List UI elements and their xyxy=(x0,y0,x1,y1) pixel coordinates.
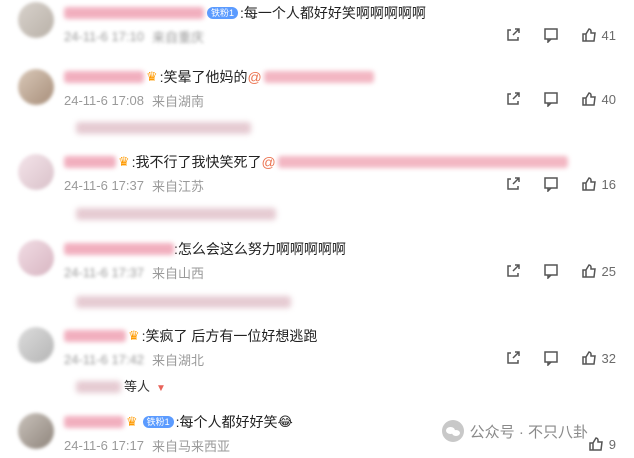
comment-button[interactable] xyxy=(543,263,559,279)
like-count: 9 xyxy=(608,436,616,452)
fan-badge: 铁粉1 xyxy=(207,7,239,19)
avatar[interactable] xyxy=(18,154,54,190)
share-icon xyxy=(506,28,520,41)
comment-text: :笑疯了 后方有一位好想逃跑 xyxy=(141,328,318,344)
comment-time: 24-11-6 17:17 xyxy=(64,438,144,453)
comment-text: :每一个人都好好笑啊啊啊啊啊 xyxy=(240,5,426,21)
avatar[interactable] xyxy=(18,413,54,449)
comment-location: 来自湖北 xyxy=(152,353,205,368)
comment-text: :每个人都好好笑 xyxy=(175,414,278,430)
comment-time: 24-11-6 17:42 xyxy=(64,352,144,367)
username-blurred[interactable] xyxy=(64,7,204,19)
comment-time: 24-11-6 17:10 xyxy=(64,29,144,44)
comment-icon xyxy=(543,177,558,192)
comment-time: 24-11-6 17:37 xyxy=(64,265,144,280)
comment-time: 24-11-6 17:37 xyxy=(64,178,144,193)
avatar[interactable] xyxy=(18,2,54,38)
comment-location: 来自山西 xyxy=(152,266,205,281)
crown-icon: ♛ xyxy=(118,154,130,169)
like-count: 32 xyxy=(601,350,616,366)
reply-preview-blurred[interactable] xyxy=(76,296,291,308)
username-blurred[interactable] xyxy=(64,243,174,255)
mention-symbol: @ xyxy=(261,154,276,170)
like-button[interactable]: 9 xyxy=(588,436,616,452)
comment-icon xyxy=(543,28,558,43)
like-button[interactable]: 16 xyxy=(581,176,616,192)
chevron-down-icon: ▼ xyxy=(156,383,166,394)
wechat-icon xyxy=(441,420,464,442)
thumbs-up-icon xyxy=(581,177,596,191)
crown-icon: ♛ xyxy=(128,328,140,343)
comment-icon xyxy=(543,264,558,279)
crown-icon: ♛ xyxy=(126,414,138,429)
reply-preview-blurred[interactable] xyxy=(76,208,276,220)
comment-icon xyxy=(543,351,558,366)
comment-text: :怎么会这么努力啊啊啊啊啊 xyxy=(174,241,346,257)
share-button[interactable] xyxy=(505,91,521,107)
like-count: 25 xyxy=(601,263,616,279)
reply-suffix: 等人 xyxy=(124,379,151,394)
like-count: 16 xyxy=(601,176,616,192)
comment-button[interactable] xyxy=(543,350,559,366)
like-button[interactable]: 41 xyxy=(581,27,616,43)
mention-blurred[interactable] xyxy=(263,71,374,83)
thumbs-up-icon xyxy=(581,92,596,106)
mention-symbol: @ xyxy=(247,69,262,85)
avatar[interactable] xyxy=(18,69,54,105)
mention-blurred[interactable] xyxy=(277,156,568,168)
comment-location: 来自重庆 xyxy=(152,30,205,45)
like-button[interactable]: 40 xyxy=(581,91,616,107)
like-count: 40 xyxy=(601,91,616,107)
emoji: 😂 xyxy=(277,414,293,429)
watermark: 公众号 · 不只八卦 xyxy=(441,420,588,442)
share-button[interactable] xyxy=(505,263,521,279)
avatar[interactable] xyxy=(18,327,54,363)
thumbs-up-icon xyxy=(589,437,603,451)
comment-time: 24-11-6 17:08 xyxy=(64,93,144,108)
username-blurred[interactable] xyxy=(64,71,144,83)
comment-button[interactable] xyxy=(543,91,559,107)
share-icon xyxy=(506,92,520,105)
comment-button[interactable] xyxy=(543,27,559,43)
comment-button[interactable] xyxy=(543,176,559,192)
reply-preview-blurred[interactable] xyxy=(76,381,121,393)
username-blurred[interactable] xyxy=(64,156,116,168)
fan-badge: 铁粉1 xyxy=(142,416,174,428)
username-blurred[interactable] xyxy=(64,416,124,428)
share-button[interactable] xyxy=(505,27,521,43)
thumbs-up-icon xyxy=(581,351,596,365)
comment-text: :笑晕了他妈的 xyxy=(159,69,248,85)
share-button[interactable] xyxy=(505,350,521,366)
thumbs-up-icon xyxy=(581,264,596,278)
crown-icon: ♛ xyxy=(146,69,158,84)
comment-icon xyxy=(543,92,558,107)
share-button[interactable] xyxy=(505,176,521,192)
comment-location: 来自江苏 xyxy=(152,179,205,194)
avatar[interactable] xyxy=(18,240,54,276)
like-button[interactable]: 25 xyxy=(581,263,616,279)
username-blurred[interactable] xyxy=(64,330,126,342)
share-icon xyxy=(506,264,520,277)
comment-text: :我不行了我快笑死了 xyxy=(131,154,262,170)
watermark-text: 公众号 · 不只八卦 xyxy=(469,423,588,441)
comment-location: 来自湖南 xyxy=(152,94,205,109)
like-count: 41 xyxy=(601,27,616,43)
reply-summary[interactable]: 等人 ▼ xyxy=(124,376,166,395)
share-icon xyxy=(506,177,520,190)
reply-preview-blurred[interactable] xyxy=(76,122,251,134)
thumbs-up-icon xyxy=(581,28,596,42)
like-button[interactable]: 32 xyxy=(581,350,616,366)
comment-location: 来自马来西亚 xyxy=(152,439,231,454)
share-icon xyxy=(506,351,520,364)
